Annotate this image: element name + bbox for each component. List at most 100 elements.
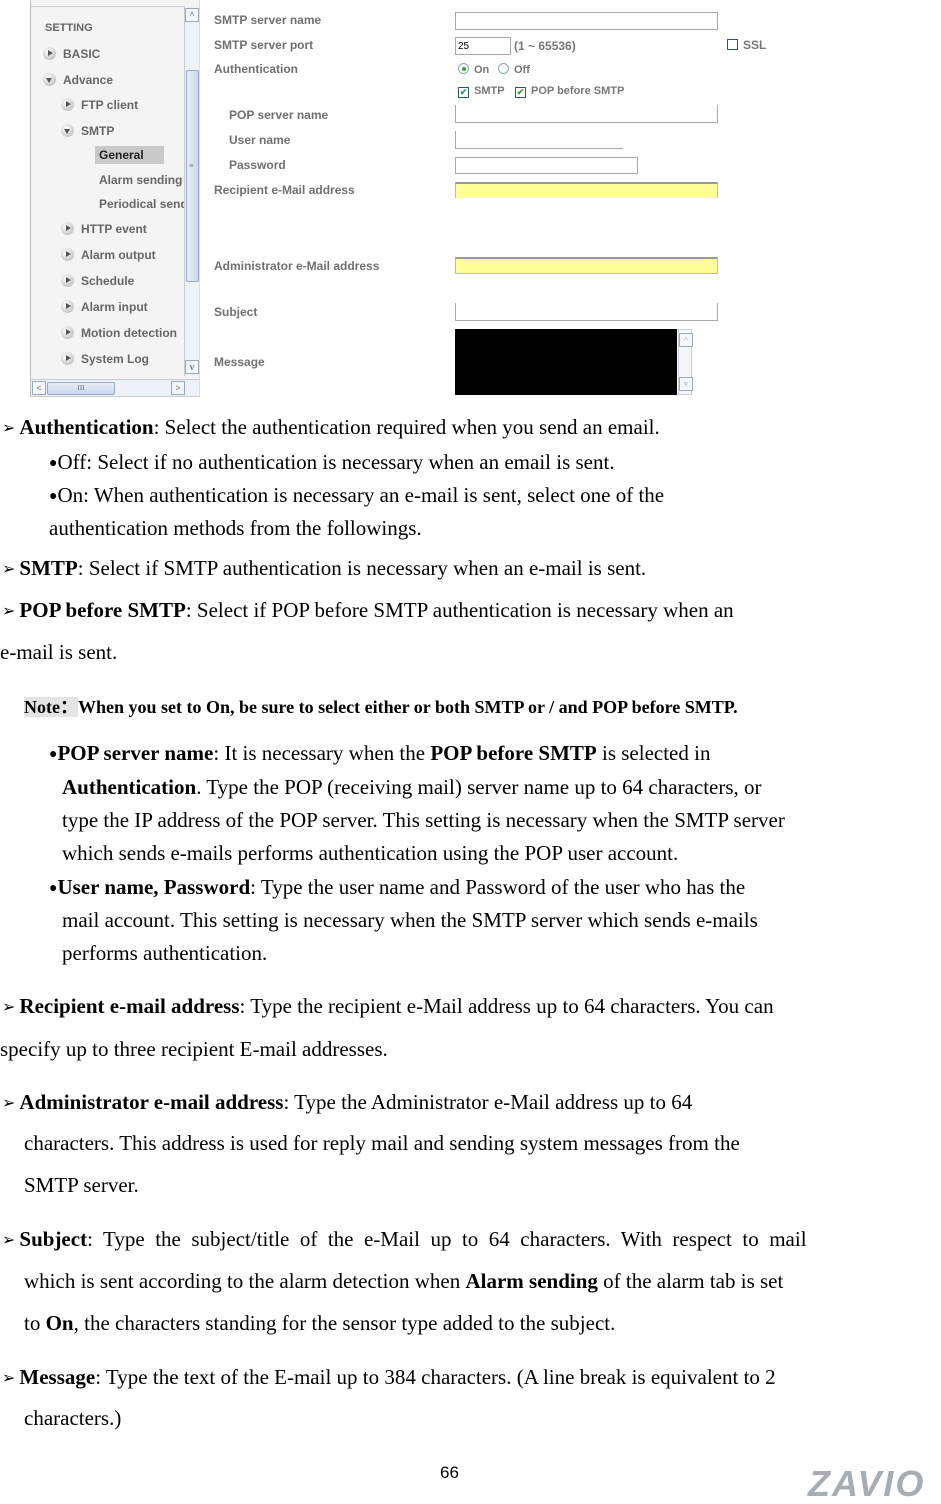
description: of the alarm tab is set [597,1269,784,1293]
sidebar-item-label: Alarm output [81,248,156,262]
sidebar-item-http-event[interactable]: HTTP event [61,222,147,236]
message-paragraph-cont: characters.) [24,1406,122,1430]
smtp-server-port-input[interactable] [455,37,511,55]
auth-off-item: ●Off: Select if no authentication is nec… [49,446,615,480]
sidebar-item-label: SMTP [81,124,115,138]
description: : Select if SMTP authentication is neces… [77,556,647,580]
pop-before-smtp-checkbox[interactable]: ✔ POP before SMTP [515,85,624,98]
expand-arrow-icon [61,352,74,365]
description: : Select if POP before SMTP authenticati… [185,598,734,622]
description: : Type the subject/title of the e-Mail u… [87,1227,807,1251]
radio-label: Off [514,64,530,76]
sidebar-item-basic[interactable]: BASIC [43,47,100,61]
subject-label: Subject [214,305,258,319]
description: . Type the POP (receiving mail) server n… [196,775,762,799]
pop-server-name-label: POP server name [229,108,329,122]
description: : Type the text of the E-mail up to 384 … [95,1365,776,1389]
administrator-email-input[interactable] [455,257,718,274]
vertical-scroll-thumb[interactable]: ≡ [186,70,199,282]
scroll-down-button[interactable]: v [679,377,693,391]
term: POP before SMTP [430,741,597,765]
checkmark-icon: ✔ [515,87,526,98]
subject-paragraph-line2: which is sent according to the alarm det… [24,1265,783,1298]
description: : Type the Administrator e-Mail address … [283,1090,693,1114]
vertical-scrollbar[interactable]: ^ ≡ v [184,6,199,376]
radio-empty-icon [498,63,509,74]
checkbox-icon [727,39,738,50]
ssl-label: SSL [743,38,767,52]
pop-server-item-line2: Authentication. Type the POP (receiving … [62,771,762,804]
smtp-server-name-input[interactable] [455,12,718,30]
scroll-down-button[interactable]: v [185,360,199,374]
horizontal-scroll-thumb[interactable]: III [47,382,115,395]
arrow-bullet-icon: ➢ [2,997,16,1016]
user-name-input[interactable] [455,131,623,149]
note-label: Note： [24,697,78,717]
recipient-email-label: Recipient e-Mail address [214,183,355,197]
password-input[interactable] [455,157,638,174]
password-label: Password [229,158,286,172]
auth-on-item-cont: authentication methods from the followin… [49,516,422,540]
scroll-right-button[interactable]: > [171,381,185,395]
auth-on-radio[interactable]: On [458,63,489,76]
sidebar-item-label: BASIC [63,47,101,61]
port-range-hint: (1 ~ 65536) [514,39,576,53]
expand-arrow-icon [43,47,56,60]
term: Alarm sending [465,1269,598,1293]
term: POP before SMTP [19,598,186,622]
term: SMTP [19,556,78,580]
subject-paragraph: ➢ Subject: Type the subject/title of the … [2,1223,807,1256]
term: Administrator e-mail address [19,1090,284,1114]
term: User name, Password [57,875,251,899]
sidebar-item-alarm-sending[interactable]: Alarm sending [99,173,182,187]
expand-arrow-icon [61,98,74,111]
message-scrollbar[interactable]: ^ v [678,329,693,395]
administrator-email-label: Administrator e-Mail address [214,259,380,273]
subject-input[interactable] [455,303,718,321]
sidebar-item-motion-detection[interactable]: Motion detection [61,326,177,340]
sidebar-item-advance[interactable]: Advance [43,73,113,87]
recipient-email-input[interactable] [455,182,718,198]
sidebar-item-schedule[interactable]: Schedule [61,274,134,288]
grip-icon: ≡ [189,161,194,170]
note-text: When you set to On, be sure to select ei… [77,697,738,717]
description: : Type the recipient e-Mail address up t… [239,994,774,1018]
sidebar-item-ftp-client[interactable]: FTP client [61,98,138,112]
scroll-up-button[interactable]: ^ [185,8,199,22]
pop-server-item-line3: type the IP address of the POP server. T… [62,808,785,832]
auth-off-radio[interactable]: Off [498,63,530,76]
radio-selected-icon [458,63,469,74]
description: On: When authentication is necessary an … [57,483,665,507]
message-text-area[interactable] [455,329,677,395]
checkbox-label: SMTP [474,85,505,97]
smtp-auth-checkbox[interactable]: ✔ SMTP [458,85,505,98]
expand-arrow-icon [61,274,74,287]
message-textarea[interactable]: ^ v [455,329,693,395]
sidebar-item-general[interactable]: General [95,146,164,164]
message-paragraph: ➢ Message: Type the text of the E-mail up… [2,1361,776,1394]
smtp-paragraph: ➢ SMTP: Select if SMTP authentication is … [2,552,646,585]
divider [31,6,199,7]
administrator-paragraph-line2: characters. This address is used for rep… [24,1131,740,1155]
sidebar-item-label: HTTP event [81,222,147,236]
sidebar-item-alarm-input[interactable]: Alarm input [61,300,148,314]
pop-server-item-line4: which sends e-mails performs authenticat… [62,841,679,865]
smtp-server-name-label: SMTP server name [214,13,322,27]
sidebar-item-periodical-send[interactable]: Periodical send [99,197,185,211]
authentication-paragraph: ➢ Authentication: Select the authenticati… [2,411,660,444]
description: is selected in [596,741,711,765]
message-label: Message [214,355,265,369]
sidebar-item-system-log[interactable]: System Log [61,352,149,366]
user-pass-item: ●User name, Password: Type the user name… [49,871,745,905]
pop-server-name-input[interactable] [455,105,718,123]
arrow-bullet-icon: ➢ [2,559,16,578]
auth-on-item: ●On: When authentication is necessary an… [49,479,664,513]
scroll-up-button[interactable]: ^ [679,333,693,347]
scroll-left-button[interactable]: < [32,381,46,395]
description: : Type the user name and Password of the… [250,875,746,899]
sidebar-item-smtp[interactable]: SMTP [61,124,114,138]
sidebar-item-alarm-output[interactable]: Alarm output [61,248,156,262]
description: Off: Select if no authentication is nece… [57,450,615,474]
horizontal-scrollbar[interactable]: < III > [31,379,199,396]
ssl-checkbox[interactable]: SSL [727,38,766,52]
